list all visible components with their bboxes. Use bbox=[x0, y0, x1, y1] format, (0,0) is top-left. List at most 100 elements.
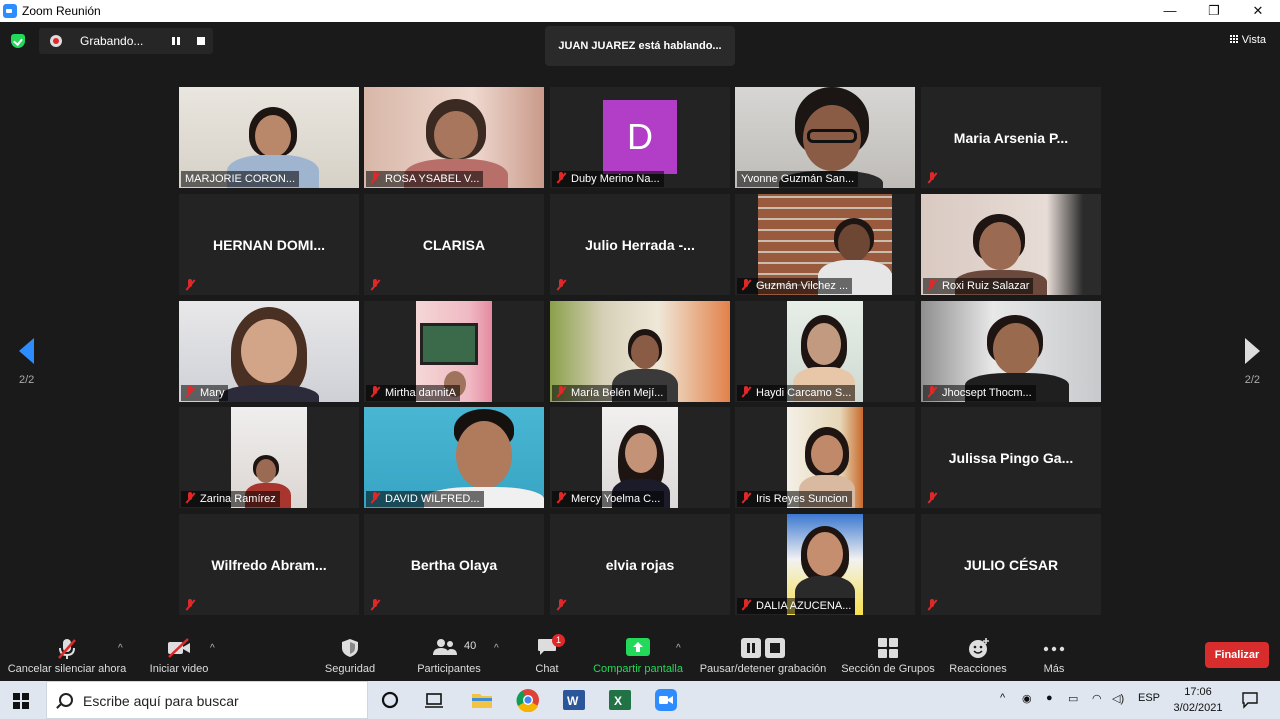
participant-status bbox=[923, 171, 946, 187]
participants-options-caret-icon[interactable]: ^ bbox=[494, 643, 499, 654]
breakout-rooms-icon bbox=[878, 638, 898, 658]
muted-mic-icon bbox=[739, 491, 753, 505]
participant-avatar: D bbox=[603, 100, 677, 174]
participant-name-label: Roxi Ruiz Salazar bbox=[923, 278, 1034, 294]
participant-tile[interactable]: D Duby Merino Na... bbox=[550, 87, 730, 188]
more-dots-icon bbox=[1043, 646, 1065, 652]
word-icon[interactable]: W bbox=[562, 688, 586, 712]
volume-icon[interactable]: ◁) bbox=[1112, 692, 1124, 705]
pause-recording-icon[interactable] bbox=[171, 36, 181, 46]
end-meeting-button[interactable]: Finalizar bbox=[1205, 642, 1269, 668]
participant-name: HERNAN DOMI... bbox=[213, 237, 325, 253]
participant-tile[interactable]: HERNAN DOMI... bbox=[179, 194, 359, 295]
task-view-icon[interactable] bbox=[422, 688, 446, 712]
participant-tile[interactable]: Haydi Carcamo S... bbox=[735, 301, 915, 402]
participant-name-label: María Belén Mejí... bbox=[552, 385, 668, 401]
participant-status bbox=[181, 278, 204, 294]
file-explorer-icon[interactable] bbox=[470, 688, 494, 712]
window-title: Zoom Reunión bbox=[22, 4, 101, 18]
muted-mic-icon bbox=[368, 385, 382, 399]
zoom-taskbar-icon[interactable] bbox=[654, 688, 678, 712]
wifi-icon[interactable]: ◠ bbox=[1092, 692, 1102, 705]
zoom-app-icon bbox=[3, 4, 17, 18]
participant-tile[interactable]: DAVID WILFRED... bbox=[364, 407, 544, 508]
participant-name: Bertha Olaya bbox=[410, 557, 498, 573]
participant-name-label: DALIA AZUCENA... bbox=[737, 598, 856, 614]
participant-name: Maria Arsenia P... bbox=[953, 130, 1069, 146]
participant-tile[interactable]: Maria Arsenia P... bbox=[921, 87, 1101, 188]
participant-name-label: Yvonne Guzmán San... bbox=[737, 171, 859, 187]
security-shield-icon[interactable] bbox=[11, 34, 25, 48]
muted-mic-icon bbox=[925, 385, 939, 399]
pause-stop-recording-icon bbox=[741, 638, 785, 658]
participant-tile[interactable]: ROSA YSABEL V... bbox=[364, 87, 544, 188]
windows-start-icon[interactable] bbox=[13, 693, 29, 709]
input-language[interactable]: ESP bbox=[1138, 692, 1160, 704]
participant-name-label: Haydi Carcamo S... bbox=[737, 385, 856, 401]
participant-name: Wilfredo Abram... bbox=[211, 557, 327, 573]
participant-tile[interactable]: Yvonne Guzmán San... bbox=[735, 87, 915, 188]
close-button[interactable]: ✕ bbox=[1236, 0, 1280, 22]
meet-now-icon[interactable]: ◉ bbox=[1022, 692, 1032, 705]
breakout-rooms-label: Sección de Grupos bbox=[841, 663, 935, 675]
excel-icon[interactable]: X bbox=[608, 688, 632, 712]
participant-tile[interactable]: DALIA AZUCENA... bbox=[735, 514, 915, 615]
taskbar-clock[interactable]: 17:06 3/02/2021 bbox=[1170, 684, 1226, 716]
participant-tile[interactable]: elvia rojas bbox=[550, 514, 730, 615]
battery-icon[interactable]: ▭ bbox=[1068, 692, 1078, 705]
security-label: Seguridad bbox=[324, 663, 376, 675]
next-page-arrow-icon[interactable] bbox=[1245, 338, 1260, 364]
participant-tile[interactable]: MARJORIE CORON... bbox=[179, 87, 359, 188]
participant-tile[interactable]: Bertha Olaya bbox=[364, 514, 544, 615]
participant-status bbox=[366, 278, 389, 294]
participants-count: 40 bbox=[464, 640, 477, 652]
taskbar-search-box[interactable]: Escribe aquí para buscar bbox=[46, 681, 368, 719]
chrome-icon[interactable] bbox=[516, 688, 540, 712]
share-options-caret-icon[interactable]: ^ bbox=[676, 643, 681, 654]
participant-tile[interactable]: Roxi Ruiz Salazar bbox=[921, 194, 1101, 295]
participant-tile[interactable]: Jhocsept Thocm... bbox=[921, 301, 1101, 402]
participant-tile[interactable]: Julio Herrada -... bbox=[550, 194, 730, 295]
participant-tile[interactable]: María Belén Mejí... bbox=[550, 301, 730, 402]
participant-name-label: Jhocsept Thocm... bbox=[923, 385, 1036, 401]
video-options-caret-icon[interactable]: ^ bbox=[210, 643, 215, 654]
show-hidden-icons-icon[interactable]: ^ bbox=[1000, 692, 1005, 704]
start-video-label: Iniciar video bbox=[149, 663, 209, 675]
microphone-icon[interactable]: ● bbox=[1046, 692, 1053, 704]
muted-mic-icon bbox=[925, 598, 939, 612]
participant-tile[interactable]: Zarina Ramírez bbox=[179, 407, 359, 508]
notifications-icon[interactable] bbox=[1241, 691, 1259, 709]
audio-options-caret-icon[interactable]: ^ bbox=[118, 643, 123, 654]
page-indicator-right: 2/2 bbox=[1244, 374, 1260, 386]
participant-name: Julissa Pingo Ga... bbox=[948, 450, 1074, 466]
clock-date: 3/02/2021 bbox=[1173, 702, 1223, 714]
clock-time: 17:06 bbox=[1184, 686, 1212, 698]
participant-tile[interactable]: Iris Reyes Suncion bbox=[735, 407, 915, 508]
reactions-label: Reacciones bbox=[949, 663, 1007, 675]
active-speaker-banner: JUAN JUAREZ está hablando... bbox=[545, 26, 735, 66]
view-label: Vista bbox=[1241, 34, 1266, 46]
cortana-circle-icon[interactable] bbox=[378, 688, 402, 712]
participant-status bbox=[923, 598, 946, 614]
participant-tile[interactable]: Mary bbox=[179, 301, 359, 402]
participant-tile[interactable]: CLARISA bbox=[364, 194, 544, 295]
view-button[interactable]: Vista bbox=[1229, 34, 1266, 46]
participant-tile[interactable]: Wilfredo Abram... bbox=[179, 514, 359, 615]
previous-page-arrow-icon[interactable] bbox=[19, 338, 34, 364]
participant-tile[interactable]: Julissa Pingo Ga... bbox=[921, 407, 1101, 508]
restore-button[interactable]: ❐ bbox=[1192, 0, 1236, 22]
participant-status bbox=[923, 491, 946, 507]
participant-tile[interactable]: Mercy Yoelma C... bbox=[550, 407, 730, 508]
muted-mic-icon bbox=[739, 385, 753, 399]
participant-name-label: Zarina Ramírez bbox=[181, 491, 280, 507]
participant-tile[interactable]: Mirtha dannitA bbox=[364, 301, 544, 402]
unmute-label: Cancelar silenciar ahora bbox=[7, 663, 127, 675]
muted-mic-icon bbox=[368, 491, 382, 505]
participant-tile[interactable]: JULIO CÉSAR bbox=[921, 514, 1101, 615]
reactions-smiley-icon bbox=[969, 638, 989, 658]
meeting-area: Grabando... JUAN JUAREZ está hablando...… bbox=[0, 22, 1280, 626]
participants-label: Participantes bbox=[417, 663, 481, 675]
participant-tile[interactable]: Guzmán Vilchez ... bbox=[735, 194, 915, 295]
stop-recording-icon[interactable] bbox=[197, 37, 205, 45]
minimize-button[interactable]: — bbox=[1148, 0, 1192, 22]
